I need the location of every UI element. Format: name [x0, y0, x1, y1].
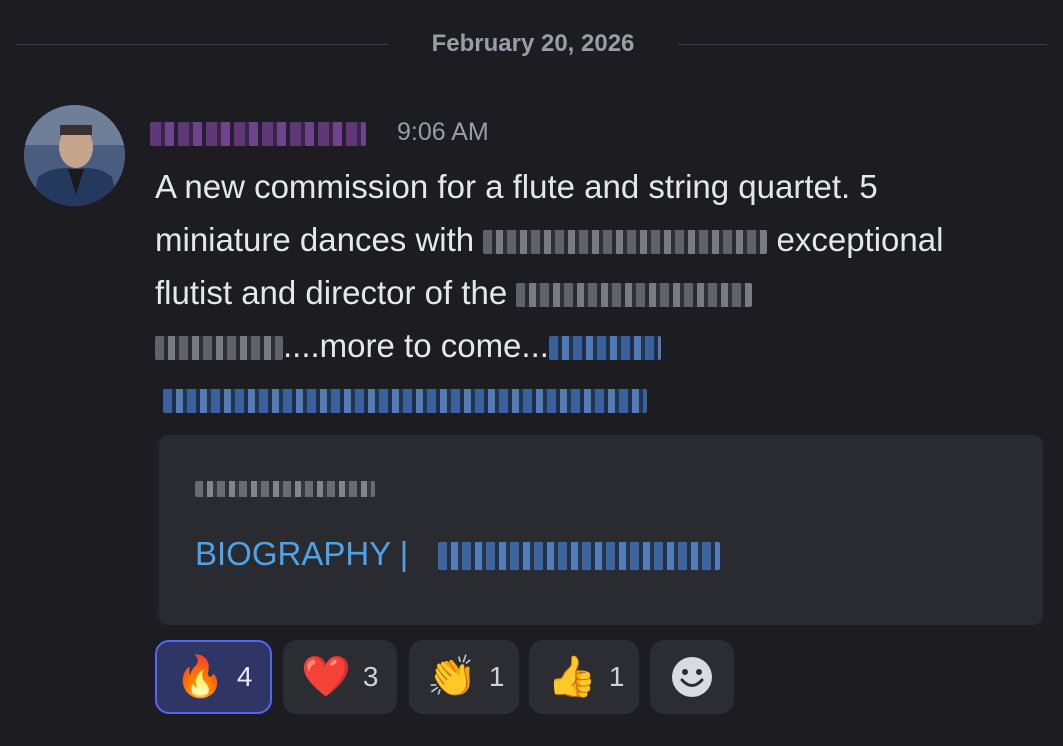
reaction-clap[interactable]: 👏 1: [409, 640, 519, 714]
heart-emoji-icon: ❤️: [301, 655, 351, 699]
redacted-organization: [516, 283, 753, 308]
thumbs-up-emoji-icon: 👍: [547, 655, 597, 699]
add-reaction-button[interactable]: [650, 640, 734, 714]
embed-provider-redacted: [195, 481, 375, 497]
reaction-heart[interactable]: ❤️ 3: [283, 640, 397, 714]
date-label: February 20, 2026: [431, 30, 635, 57]
message-text: exceptional: [776, 221, 944, 258]
message-line-1: A new commission for a flute and string …: [155, 160, 1045, 213]
redacted-link[interactable]: [548, 336, 661, 361]
username-redacted[interactable]: [150, 122, 366, 146]
message-text: A new commission for a flute and string …: [155, 168, 878, 205]
clapping-hands-emoji-icon: 👏: [427, 655, 477, 699]
redacted-organization: [155, 336, 283, 361]
chat-view: February 20, 2026 9:06 AM A new commissi…: [0, 0, 1063, 746]
redacted-link[interactable]: [163, 389, 647, 414]
smiley-face-icon: [672, 657, 712, 697]
message-line-5: [155, 372, 1045, 425]
message-text: miniature dances with: [155, 221, 475, 258]
message-text: ....more to come...: [283, 327, 549, 364]
reaction-fire[interactable]: 🔥 4: [155, 640, 272, 714]
reaction-count: 4: [236, 661, 253, 692]
avatar-image: [24, 105, 125, 206]
message-text: flutist and director of the: [155, 274, 508, 311]
divider-line-right: [678, 44, 1047, 45]
embed-title-redacted[interactable]: [438, 542, 720, 570]
divider-line-left: [16, 44, 388, 45]
message-line-4: ....more to come...: [155, 319, 1045, 372]
link-embed: BIOGRAPHY |: [155, 435, 1043, 625]
reaction-count: 3: [362, 661, 379, 692]
message-content: A new commission for a flute and string …: [155, 160, 1045, 425]
message-timestamp: 9:06 AM: [397, 118, 489, 146]
message-line-2: miniature dances with exceptional: [155, 213, 1045, 266]
avatar[interactable]: [24, 105, 125, 206]
reaction-count: 1: [608, 661, 625, 692]
reaction-thumbs-up[interactable]: 👍 1: [529, 640, 639, 714]
fire-emoji-icon: 🔥: [175, 655, 225, 699]
embed-title[interactable]: BIOGRAPHY |: [195, 535, 408, 573]
date-divider: February 20, 2026: [16, 27, 1047, 61]
redacted-name: [483, 230, 768, 255]
reaction-count: 1: [488, 661, 505, 692]
message-line-3: flutist and director of the: [155, 266, 1045, 319]
